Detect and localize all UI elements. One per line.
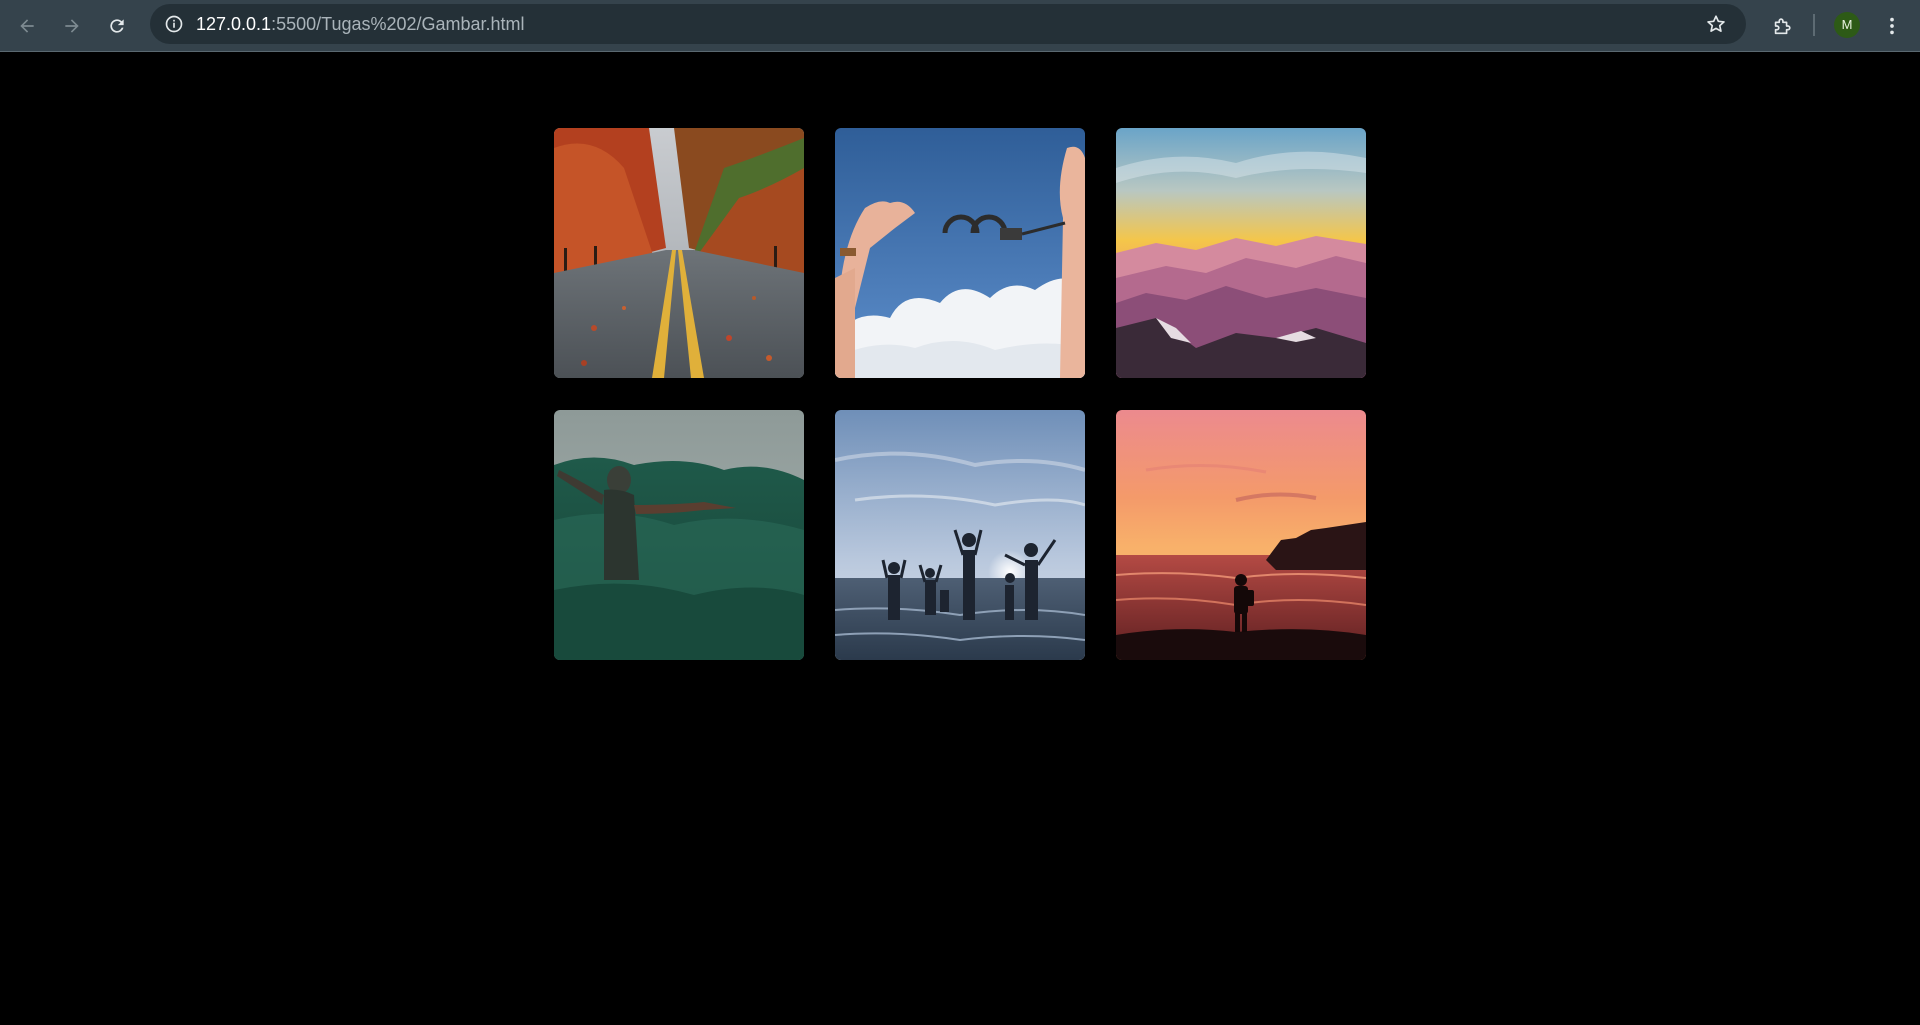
- address-bar[interactable]: 127.0.0.1:5500/Tugas%202/Gambar.html: [150, 4, 1746, 44]
- browser-menu-button[interactable]: [1878, 10, 1906, 42]
- browser-toolbar: 127.0.0.1:5500/Tugas%202/Gambar.html M: [0, 0, 1920, 52]
- forward-arrow-icon: [65, 19, 79, 33]
- profile-avatar[interactable]: M: [1834, 12, 1860, 38]
- url-path: :5500/Tugas%202/Gambar.html: [271, 14, 525, 34]
- autumn-road-photo: [554, 128, 804, 378]
- forward-button[interactable]: [56, 10, 88, 42]
- back-button[interactable]: [11, 10, 43, 42]
- site-info-icon[interactable]: [162, 12, 186, 36]
- extensions-button[interactable]: [1766, 10, 1798, 42]
- handcuffs-sky-photo: [835, 128, 1085, 378]
- reload-button[interactable]: [101, 10, 133, 42]
- url-host: 127.0.0.1: [196, 14, 272, 34]
- reload-icon: [110, 19, 124, 33]
- sunset-mountains-photo: [1116, 128, 1366, 378]
- back-arrow-icon: [20, 19, 34, 33]
- bookmark-star-icon[interactable]: [1704, 12, 1728, 36]
- toolbar-separator: [1813, 14, 1815, 36]
- extensions-puzzle-icon: [1774, 18, 1791, 35]
- photo-gallery: [0, 53, 1920, 1025]
- kebab-menu-icon: [1890, 17, 1894, 35]
- ocean-sunset-silhouette-photo: [1116, 410, 1366, 660]
- beach-silhouettes-photo: [835, 410, 1085, 660]
- person-in-greenery-photo: [554, 410, 804, 660]
- url-text[interactable]: 127.0.0.1:5500/Tugas%202/Gambar.html: [196, 15, 525, 33]
